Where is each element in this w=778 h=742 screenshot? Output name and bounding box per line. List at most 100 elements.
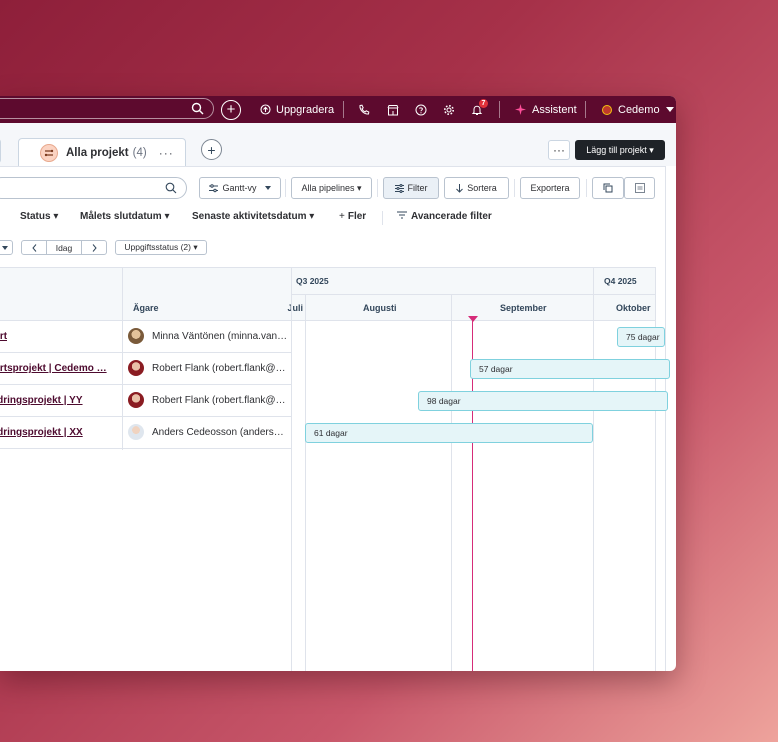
gantt-chart: Ägare Q3 2025 Q4 2025 Juli Augusti Septe…: [0, 267, 670, 671]
account-menu[interactable]: Cedemo: [602, 96, 674, 123]
help-icon[interactable]: [415, 104, 427, 116]
owner-column-header[interactable]: Ägare: [133, 303, 159, 313]
today-marker: [468, 316, 478, 322]
gantt-bar[interactable]: 98 dagar: [418, 391, 668, 411]
copy-icon: [603, 183, 613, 193]
owner-name: Anders Cedeosson (anders…: [152, 426, 284, 438]
export-button[interactable]: Exportera: [520, 177, 580, 199]
phone-icon[interactable]: [358, 104, 370, 116]
month-label: September: [500, 303, 547, 313]
search-icon: [165, 182, 177, 194]
tab-previous-view[interactable]: [0, 139, 1, 163]
owner-cell: Minna Väntönen (minna.van…: [128, 328, 287, 344]
chevron-down-icon: [665, 106, 674, 112]
chevron-left-icon: [31, 243, 36, 252]
add-project-button[interactable]: Lägg till projekt ▾: [575, 140, 665, 160]
owner-cell: Anders Cedeosson (anders…: [128, 424, 284, 440]
projects-panel: Gantt-vy Alla pipelines ▾ Filter Sortera…: [0, 166, 670, 671]
chevron-down-icon: [2, 245, 8, 250]
owner-name: Robert Flank (robert.flank@…: [152, 362, 286, 374]
project-link[interactable]: ndringsprojekt | YY: [0, 395, 83, 406]
search-icon: [191, 102, 204, 115]
sparkle-icon: [515, 104, 526, 115]
app-window: + Uppgradera 7 Assistent Cedemo Alla pro…: [0, 96, 676, 671]
owner-cell: Robert Flank (robert.flank@…: [128, 392, 286, 408]
sort-label: Sortera: [467, 183, 497, 193]
sort-button[interactable]: Sortera: [444, 177, 509, 199]
settings-gear-icon[interactable]: [443, 104, 455, 116]
previous-period-button[interactable]: [21, 240, 47, 255]
create-new-button[interactable]: +: [221, 99, 241, 120]
upgrade-icon: [260, 104, 271, 115]
avatar: [128, 424, 144, 440]
upgrade-button[interactable]: Uppgradera: [260, 96, 334, 123]
filter-lines-icon: [397, 211, 407, 219]
quarter-label: Q4 2025: [604, 276, 637, 286]
pipelines-dropdown[interactable]: Alla pipelines ▾: [291, 177, 372, 199]
table-layout-icon: [634, 183, 645, 193]
timeline-header: Q3 2025 Q4 2025 Juli Augusti September O…: [287, 267, 655, 321]
more-filters-label: Fler: [347, 211, 367, 222]
plus-icon: +: [339, 211, 345, 222]
today-button[interactable]: Idag: [46, 240, 82, 255]
duplicate-button[interactable]: [592, 177, 624, 199]
table-row: tart Minna Väntönen (minna.van…: [0, 321, 291, 353]
notifications-badge: 7: [479, 99, 488, 108]
gantt-bar[interactable]: 61 dagar: [305, 423, 593, 443]
upgrade-label: Uppgradera: [276, 103, 335, 116]
account-avatar: [602, 104, 612, 115]
table-header: Ägare: [0, 267, 291, 321]
view-tabs-bar: Alla projekt (4) ··· + ··· Lägg till pro…: [0, 123, 676, 167]
quarter-label: Q3 2025: [296, 276, 329, 286]
project-search-input[interactable]: [0, 177, 187, 199]
gantt-bar[interactable]: 75 dagar: [617, 327, 665, 347]
layout-button[interactable]: [624, 177, 655, 199]
filter-sliders-icon: [394, 183, 404, 193]
advanced-filters-label: Avancerade filter: [411, 211, 492, 222]
global-search-input[interactable]: [0, 98, 214, 119]
month-label: Oktober: [616, 303, 651, 313]
more-actions-button[interactable]: ···: [548, 140, 570, 160]
task-status-dropdown[interactable]: Uppgiftsstatus (2) ▾: [115, 240, 207, 255]
project-link[interactable]: ndringsprojekt | XX: [0, 427, 83, 438]
table-row: ndringsprojekt | YY Robert Flank (robert…: [0, 385, 291, 417]
target-date-filter[interactable]: Målets slutdatum ▾: [80, 211, 169, 222]
assistant-label: Assistent: [532, 103, 577, 116]
month-label: Juli: [287, 303, 303, 313]
chevron-right-icon: [92, 243, 97, 252]
owner-name: Robert Flank (robert.flank@…: [152, 394, 286, 406]
avatar: [128, 360, 144, 376]
next-period-button[interactable]: [81, 240, 107, 255]
gantt-bar[interactable]: 57 dagar: [470, 359, 670, 379]
owner-cell: Robert Flank (robert.flank@…: [128, 360, 286, 376]
month-label: Augusti: [363, 303, 397, 313]
avatar: [128, 328, 144, 344]
advanced-filters-button[interactable]: Avancerade filter: [397, 211, 492, 222]
arrow-down-icon: [456, 183, 464, 193]
avatar: [128, 392, 144, 408]
status-filter[interactable]: Status ▾: [20, 211, 58, 222]
project-link[interactable]: tart: [0, 331, 7, 342]
view-label: Gantt-vy: [222, 183, 257, 193]
tab-alla-projekt[interactable]: Alla projekt (4) ···: [18, 138, 186, 167]
more-filters-button[interactable]: + Fler: [339, 211, 366, 222]
account-label: Cedemo: [618, 103, 660, 116]
view-switcher-button[interactable]: Gantt-vy: [199, 177, 281, 199]
owner-name: Minna Väntönen (minna.van…: [152, 330, 288, 342]
add-view-button[interactable]: +: [201, 139, 222, 160]
tab-options-button[interactable]: ···: [159, 146, 174, 160]
table-row: tartsprojekt | Cedemo … Robert Flank (ro…: [0, 353, 291, 385]
table-row: ndringsprojekt | XX Anders Cedeosson (an…: [0, 417, 291, 449]
tab-count: (4): [132, 147, 147, 159]
last-activity-filter[interactable]: Senaste aktivitetsdatum ▾: [192, 211, 314, 222]
filter-label: Filter: [407, 183, 428, 193]
chevron-down-icon: [264, 186, 271, 190]
tab-label: Alla projekt: [66, 147, 129, 159]
projects-icon: [40, 144, 58, 162]
project-link[interactable]: tartsprojekt | Cedemo …: [0, 363, 107, 374]
assistant-button[interactable]: Assistent: [515, 96, 577, 123]
marketplace-icon[interactable]: [387, 104, 399, 116]
view-icon: [209, 183, 219, 192]
filter-button[interactable]: Filter: [383, 177, 439, 199]
zoom-dropdown[interactable]: [0, 240, 13, 255]
